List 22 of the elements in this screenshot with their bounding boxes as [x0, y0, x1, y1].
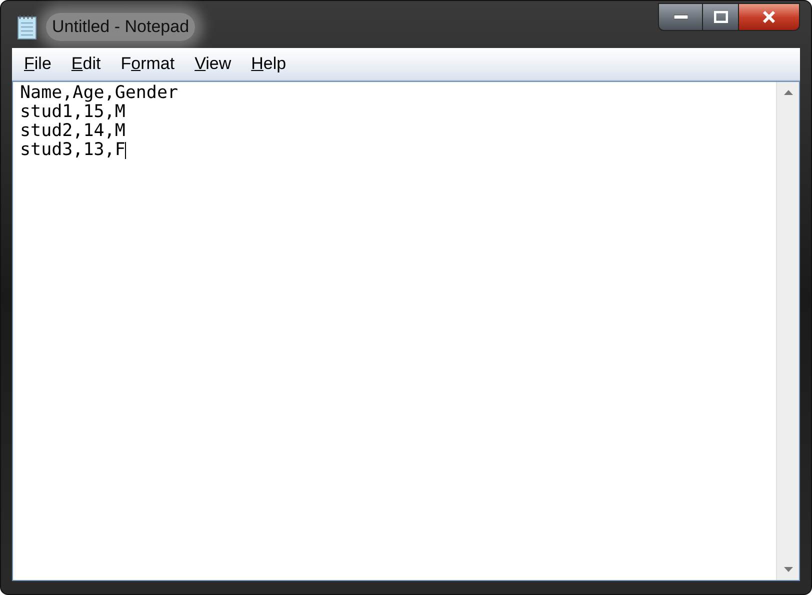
minimize-icon — [674, 14, 688, 20]
text-line: stud3,13,F — [20, 141, 126, 160]
menu-item[interactable]: View — [184, 51, 242, 77]
text-line: Name,Age,Gender — [20, 84, 178, 103]
text-cursor — [125, 142, 126, 159]
maximize-icon — [714, 11, 728, 23]
scroll-up-icon[interactable] — [784, 90, 792, 95]
menu-item[interactable]: File — [14, 51, 62, 77]
menu-item[interactable]: Format — [110, 51, 185, 77]
maximize-button[interactable] — [703, 4, 739, 30]
window-title: Untitled - Notepad — [46, 13, 196, 40]
close-icon — [762, 11, 776, 23]
text-area[interactable]: Name,Age,Gender stud1,15,M stud2,14,M stud3,13,F — [12, 81, 800, 581]
scroll-down-icon[interactable] — [784, 567, 792, 572]
text-line: stud2,14,M — [20, 122, 126, 141]
text-line: stud1,15,M — [20, 103, 126, 122]
vertical-scrollbar[interactable] — [776, 82, 799, 580]
minimize-button[interactable] — [659, 4, 703, 30]
menu-item[interactable]: Edit — [61, 51, 111, 77]
close-button[interactable] — [739, 4, 799, 30]
notepad-icon — [16, 14, 38, 40]
menu-item[interactable]: Help — [241, 51, 296, 77]
